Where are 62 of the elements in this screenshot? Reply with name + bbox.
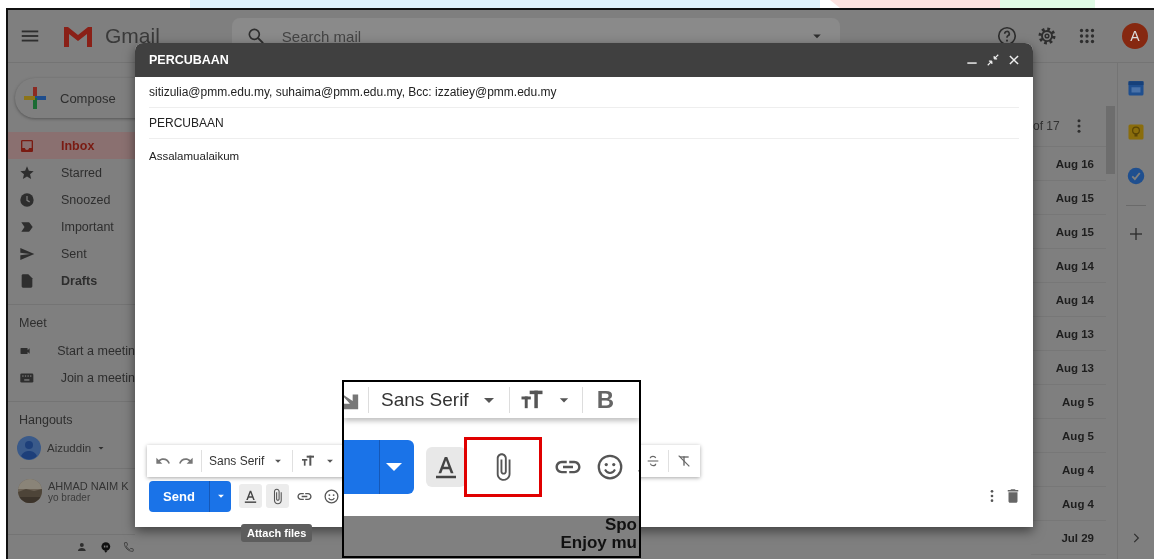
send-button[interactable]: Send xyxy=(149,480,209,512)
nav-item[interactable]: Inbox xyxy=(8,132,135,159)
message-date: Aug 14 xyxy=(1055,259,1094,272)
contact-message: yo brader xyxy=(48,491,92,503)
clear-formatting-icon[interactable] xyxy=(676,453,692,469)
message-date: Aug 15 xyxy=(1055,191,1094,204)
nav-item[interactable]: Sent xyxy=(8,240,135,267)
paperclip-button[interactable] xyxy=(266,484,289,508)
message-date: Aug 4 xyxy=(1062,463,1094,476)
nav-item[interactable]: Drafts xyxy=(8,267,135,294)
search-input[interactable]: Search mail xyxy=(279,26,808,46)
send-options-button[interactable] xyxy=(209,480,231,512)
smiley-icon xyxy=(595,452,625,482)
compose-title: PERCUBAAN xyxy=(149,53,229,67)
message-date: Aug 13 xyxy=(1055,361,1094,374)
message-date: Aug 13 xyxy=(1055,327,1094,340)
meet-item[interactable]: Join a meetin xyxy=(8,364,135,391)
message-date: Aug 16 xyxy=(1055,157,1094,170)
tooltip: Attach files xyxy=(241,524,313,542)
message-body[interactable]: Assalamualaikum xyxy=(149,150,240,162)
nav-item[interactable]: Important xyxy=(8,213,135,240)
nav-item[interactable]: Starred xyxy=(8,159,135,186)
contact-name[interactable]: AHMAD NAIM K xyxy=(48,479,129,492)
font-selector[interactable]: Sans Serif xyxy=(209,454,265,468)
send-icon xyxy=(19,245,35,262)
close-icon[interactable] xyxy=(1007,53,1021,67)
message-date: Aug 15 xyxy=(1055,225,1094,238)
avatar[interactable]: A xyxy=(1122,23,1148,49)
message-date: Aug 14 xyxy=(1055,293,1094,306)
message-date: Aug 5 xyxy=(1062,429,1094,442)
section-heading: Hangouts xyxy=(18,412,74,429)
message-date: Aug 4 xyxy=(1062,497,1094,510)
inbox-icon xyxy=(19,137,35,154)
message-date: Jul 29 xyxy=(1061,531,1094,544)
checkmark-icon[interactable] xyxy=(1127,167,1145,185)
list-fragment: Spo xyxy=(604,516,637,534)
calendar-icon[interactable] xyxy=(1127,79,1145,97)
app-name: Gmail xyxy=(105,24,160,48)
plus-icon xyxy=(22,85,48,111)
section-heading: Meet xyxy=(18,315,48,332)
subject-field[interactable]: PERCUBAAN xyxy=(149,116,224,130)
user-name[interactable]: Aizuddin xyxy=(47,442,92,454)
settings-icon[interactable] xyxy=(1036,25,1058,47)
nav-item[interactable]: Snoozed xyxy=(8,186,135,213)
text-size-icon[interactable] xyxy=(300,453,317,469)
text-format-button[interactable] xyxy=(426,447,466,487)
font-selector[interactable]: Sans Serif xyxy=(381,389,469,411)
list-fragment: Enjoy mu xyxy=(560,534,637,552)
paperclip-button[interactable] xyxy=(464,437,542,497)
exit-fullscreen-icon[interactable] xyxy=(986,53,1000,67)
clock-icon xyxy=(19,191,35,208)
star-icon xyxy=(19,164,35,181)
text-format-button[interactable] xyxy=(239,484,262,508)
user-avatar-icon xyxy=(17,436,41,460)
strikethrough-icon[interactable] xyxy=(645,453,661,469)
document-icon xyxy=(19,272,35,289)
meet-item[interactable]: Start a meetin xyxy=(8,337,135,364)
smiley-icon xyxy=(323,487,340,505)
caret-icon xyxy=(386,463,402,471)
bold-button[interactable]: B xyxy=(596,386,614,414)
page-count: of 17 xyxy=(1033,119,1060,133)
message-date: Aug 5 xyxy=(1062,395,1094,408)
